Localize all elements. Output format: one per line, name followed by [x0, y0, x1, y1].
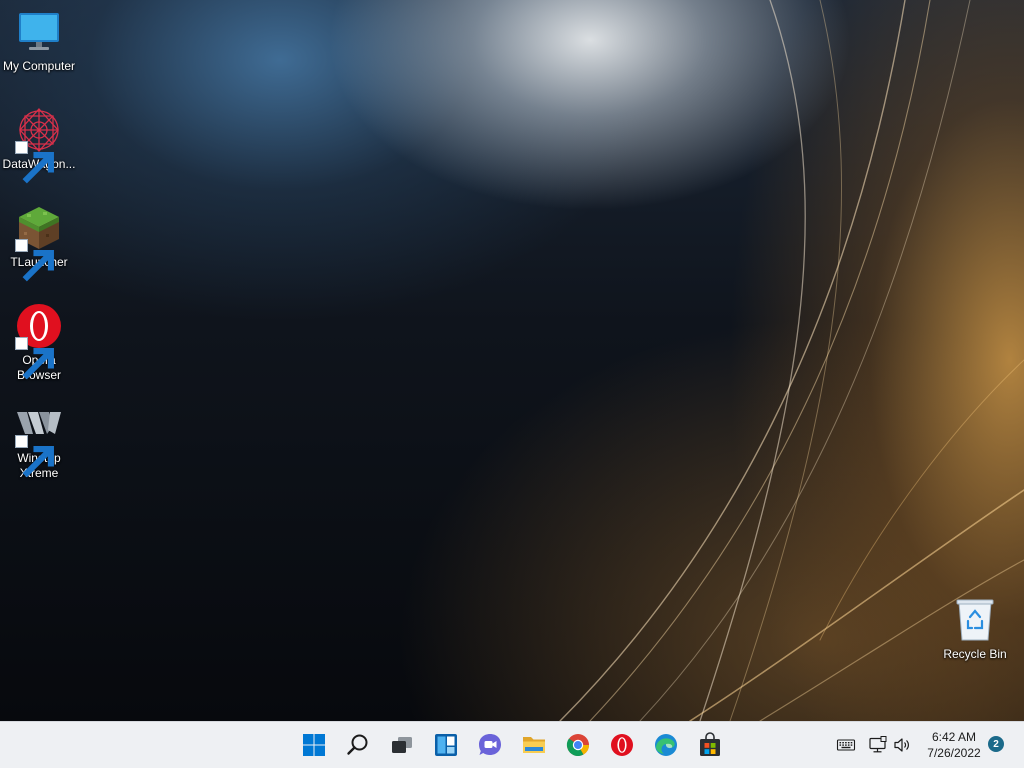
desktop-wallpaper [0, 0, 1024, 721]
shortcut-arrow-icon [15, 435, 54, 478]
desktop-icon-datawagon[interactable]: DataWagon... [1, 106, 77, 184]
shortcut-arrow-icon [15, 141, 54, 184]
recycle-bin-icon [951, 596, 999, 644]
clock-time: 6:42 AM [931, 730, 977, 744]
opera-button[interactable] [604, 728, 640, 762]
volume-icon[interactable] [892, 735, 912, 755]
datawagon-icon [15, 106, 63, 184]
grass-block-icon [15, 204, 63, 282]
desktop-icon-opera-browser[interactable]: Opera Browser [1, 302, 77, 383]
chat-icon [477, 732, 503, 758]
search-icon [345, 732, 371, 758]
folder-icon [521, 732, 547, 758]
shortcut-arrow-icon [15, 239, 54, 282]
opera-icon [15, 302, 63, 380]
start-button[interactable] [296, 728, 332, 762]
keyboard-icon[interactable] [836, 735, 856, 755]
desktop-icon-recycle-bin[interactable]: Recycle Bin [937, 596, 1013, 662]
task-view-icon [389, 732, 415, 758]
monitor-icon [15, 8, 63, 56]
store-icon [697, 732, 723, 758]
desktop-icon-label: My Computer [2, 59, 76, 73]
desktop-icon-winstep-xtreme[interactable]: Winstep Xtreme [1, 400, 77, 481]
clock-date: 7/26/2022 [927, 746, 981, 760]
opera-icon [609, 732, 635, 758]
clock[interactable]: 6:42 AM 7/26/2022 [916, 729, 992, 761]
task-view-button[interactable] [384, 728, 420, 762]
network-icon[interactable] [868, 735, 888, 755]
windows-start-icon [301, 732, 327, 758]
file-explorer-button[interactable] [516, 728, 552, 762]
chrome-icon [565, 732, 591, 758]
desktop-icon-tlauncher[interactable]: TLauncher [1, 204, 77, 282]
chrome-button[interactable] [560, 728, 596, 762]
store-button[interactable] [692, 728, 728, 762]
widgets-icon [433, 732, 459, 758]
notification-badge[interactable]: 2 [988, 736, 1004, 752]
search-button[interactable] [340, 728, 376, 762]
chat-button[interactable] [472, 728, 508, 762]
widgets-button[interactable] [428, 728, 464, 762]
desktop-icon-my-computer[interactable]: My Computer [1, 8, 77, 74]
desktop-icon-label: Recycle Bin [943, 647, 1007, 661]
winstep-icon [15, 400, 63, 478]
shortcut-arrow-icon [15, 337, 54, 380]
edge-icon [653, 732, 679, 758]
edge-button[interactable] [648, 728, 684, 762]
taskbar: 6:42 AM 7/26/2022 2 [0, 721, 1024, 768]
